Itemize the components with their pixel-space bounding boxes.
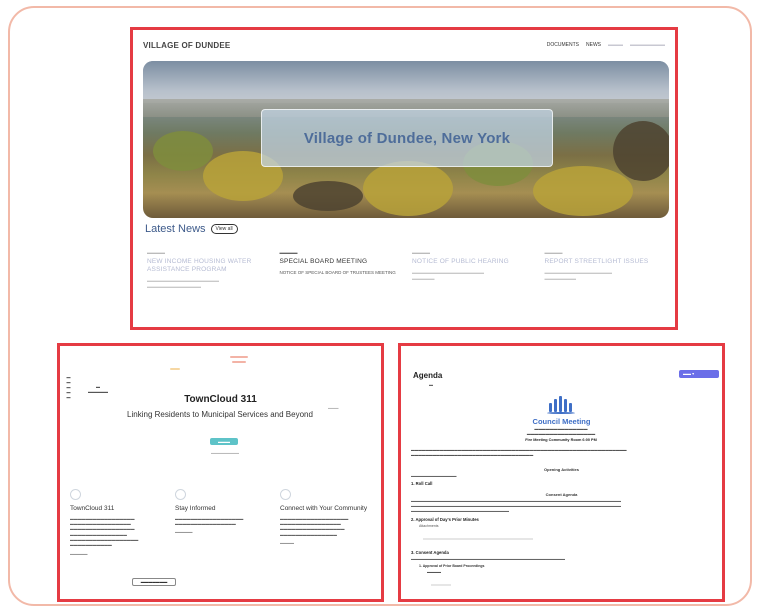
site-nav: DOCUMENTS NEWS ▬▬▬ ▬▬▬▬▬▬▬ bbox=[547, 42, 665, 48]
vineyard-foliage bbox=[533, 166, 633, 216]
site-logo-text[interactable]: ▬ ▬▬▬▬▬ bbox=[88, 384, 108, 394]
site-header: VILLAGE OF DUNDEE DOCUMENTS NEWS ▬▬▬ ▬▬▬… bbox=[143, 38, 665, 52]
feature-link[interactable]: ▬▬▬▬ bbox=[280, 541, 375, 545]
news-headline[interactable]: NOTICE OF PUBLIC HEARING bbox=[412, 258, 533, 266]
feature-item: Connect with Your Community ▬▬▬▬▬▬▬▬▬▬▬▬… bbox=[280, 489, 375, 556]
decoration bbox=[170, 368, 180, 370]
village-website-panel: VILLAGE OF DUNDEE DOCUMENTS NEWS ▬▬▬ ▬▬▬… bbox=[130, 27, 678, 330]
news-item[interactable]: ▬▬▬▬ NEW INCOME HOUSING WATER ASSISTANCE… bbox=[147, 250, 268, 290]
news-headline[interactable]: NEW INCOME HOUSING WATER ASSISTANCE PROG… bbox=[147, 258, 268, 274]
vineyard-foliage bbox=[153, 131, 213, 171]
agenda-item-consent[interactable]: 3. Consent Agenda bbox=[411, 550, 449, 555]
community-icon bbox=[280, 489, 291, 500]
feature-title: Connect with Your Community bbox=[280, 505, 368, 512]
feature-title: TownCloud 311 bbox=[70, 505, 115, 512]
attachment-bar[interactable] bbox=[431, 584, 451, 586]
news-date: ▬▬▬▬ bbox=[544, 250, 563, 255]
feature-item: Stay Informed ▬▬▬▬▬▬▬▬▬▬▬▬▬▬▬▬▬▬ ▬▬▬▬▬▬▬▬… bbox=[175, 489, 270, 556]
feature-link[interactable]: ▬▬▬▬▬ bbox=[70, 552, 165, 556]
news-excerpt: ▬▬▬▬▬▬▬▬▬▬▬▬▬▬▬▬ ▬▬▬▬▬ bbox=[412, 270, 484, 282]
decoration bbox=[232, 361, 246, 363]
vineyard-foliage bbox=[363, 161, 453, 216]
feature-list: TownCloud 311 ▬▬▬▬▬▬▬▬▬▬▬▬▬▬▬▬▬ ▬▬▬▬▬▬▬▬▬… bbox=[70, 489, 375, 556]
news-item[interactable]: ▬▬▬▬ NOTICE OF PUBLIC HEARING ▬▬▬▬▬▬▬▬▬▬… bbox=[412, 250, 533, 290]
nav-news[interactable]: NEWS bbox=[586, 42, 601, 48]
attachments-label[interactable]: Attachments bbox=[419, 524, 438, 528]
feature-text: ▬▬▬▬▬▬▬▬▬▬▬▬▬▬▬▬▬▬▬▬▬▬▬▬▬▬▬▬▬▬▬▬▬▬▬▬▬▬▬▬… bbox=[70, 516, 139, 548]
phone-icon bbox=[70, 489, 81, 500]
news-item[interactable]: ▬▬▬▬ REPORT STREETLIGHT ISSUES ▬▬▬▬▬▬▬▬▬… bbox=[545, 250, 666, 290]
page-title: Agenda bbox=[413, 371, 443, 380]
news-excerpt: ▬▬▬▬▬▬▬▬▬▬▬▬▬▬▬ ▬▬▬▬▬▬▬ bbox=[544, 270, 613, 282]
learn-more-button[interactable]: ▬▬▬▬▬▬▬ bbox=[132, 578, 176, 586]
hero-title-box: Village of Dundee, New York bbox=[261, 109, 553, 167]
nav-item-faint-2[interactable]: ▬▬▬▬▬▬▬ bbox=[630, 42, 665, 48]
news-excerpt: NOTICE OF SPECIAL BOARD OF TRUSTEES MEET… bbox=[279, 270, 396, 276]
nav-item-faint[interactable]: ▬▬▬ bbox=[608, 42, 623, 48]
agenda-panel: Agenda ▬ ▬▬ ▾ Council Meeting ▬▬▬▬▬▬▬▬▬▬… bbox=[398, 343, 725, 602]
side-link[interactable]: ▬▬▬ bbox=[328, 406, 339, 410]
info-icon bbox=[175, 489, 186, 500]
feature-link[interactable]: ▬▬▬▬▬ bbox=[175, 530, 270, 534]
sub-item-text: ▬▬▬▬ bbox=[427, 570, 441, 574]
agenda-intro: ▬▬▬▬▬▬▬▬▬▬▬▬▬▬▬▬▬▬▬▬▬▬▬▬▬▬▬▬▬▬▬▬▬▬▬▬▬▬▬▬… bbox=[411, 448, 627, 458]
latest-news-title: Latest News bbox=[145, 223, 206, 235]
attachment-bar[interactable] bbox=[423, 538, 533, 540]
feature-text: ▬▬▬▬▬▬▬▬▬▬▬▬▬▬▬▬▬▬ ▬▬▬▬▬▬▬▬▬▬▬▬▬▬▬▬ bbox=[175, 516, 244, 527]
hero-subtitle: Linking Residents to Municipal Services … bbox=[127, 410, 313, 419]
decoration bbox=[230, 356, 248, 358]
news-headline[interactable]: REPORT STREETLIGHT ISSUES bbox=[545, 258, 666, 266]
agenda-line: ▬▬▬▬▬▬▬▬▬▬▬▬▬ bbox=[411, 474, 457, 478]
news-headline[interactable]: SPECIAL BOARD MEETING bbox=[280, 258, 401, 266]
feature-text: ▬▬▬▬▬▬▬▬▬▬▬▬▬▬▬▬▬▬▬▬▬▬▬▬▬▬▬▬▬▬▬▬▬▬▬▬▬▬▬▬… bbox=[280, 516, 349, 537]
vineyard-shadow bbox=[293, 181, 363, 211]
section-consent: Consent Agenda bbox=[545, 492, 578, 497]
hero-sky bbox=[143, 61, 669, 103]
meeting-heading: Council Meeting bbox=[532, 417, 591, 426]
sub-item-proceedings[interactable]: 1. Approval of Prior Board Proceedings bbox=[419, 564, 484, 568]
news-list: ▬▬▬▬ NEW INCOME HOUSING WATER ASSISTANCE… bbox=[147, 250, 665, 290]
agenda-item-minutes[interactable]: 2. Approval of Day's Prior Minutes bbox=[411, 517, 479, 522]
towncloud-panel: ▬▬▬▬▬ ▬ ▬▬▬▬▬ TownCloud 311 Linking Resid… bbox=[57, 343, 384, 602]
hero-caption: ▬▬▬▬▬▬▬▬ bbox=[211, 451, 239, 455]
hero-banner: Village of Dundee, New York bbox=[143, 61, 669, 218]
nav-documents[interactable]: DOCUMENTS bbox=[547, 42, 579, 48]
section-opening: Opening Activities bbox=[544, 467, 579, 472]
news-item[interactable]: ▬▬▬▬ SPECIAL BOARD MEETING NOTICE OF SPE… bbox=[280, 250, 401, 290]
view-all-news-button[interactable]: View all bbox=[210, 224, 238, 234]
news-date: ▬▬▬▬ bbox=[147, 250, 165, 255]
agenda-line: ▬▬▬▬▬▬▬▬▬▬▬▬▬▬▬▬▬▬▬▬▬▬▬▬▬▬▬▬▬▬▬▬▬▬▬▬▬▬▬▬… bbox=[411, 557, 565, 561]
vineyard-shadow bbox=[613, 121, 669, 181]
feature-item: TownCloud 311 ▬▬▬▬▬▬▬▬▬▬▬▬▬▬▬▬▬ ▬▬▬▬▬▬▬▬▬… bbox=[70, 489, 165, 556]
hero-title: Village of Dundee, New York bbox=[303, 129, 511, 147]
news-date: ▬▬▬▬ bbox=[412, 250, 430, 255]
meeting-meta: ▬▬▬▬▬▬▬▬▬▬▬▬▬▬ ▬▬▬▬▬▬▬▬▬▬▬▬▬▬▬▬▬▬ Fire Mee… bbox=[525, 427, 597, 442]
agenda-line: ▬▬▬▬▬▬▬▬▬▬▬▬▬▬▬▬▬▬▬▬▬▬▬▬▬▬▬▬▬▬▬▬▬▬▬▬▬▬▬▬… bbox=[411, 499, 621, 514]
news-excerpt: ▬▬▬▬▬▬▬▬▬▬▬▬▬▬▬▬ ▬▬▬▬▬▬▬▬▬▬▬▬ bbox=[147, 278, 219, 290]
site-title[interactable]: VILLAGE OF DUNDEE bbox=[143, 41, 230, 50]
latest-news-header: Latest News View all bbox=[145, 223, 238, 235]
agenda-item-roll-call[interactable]: 1. Roll Call bbox=[411, 481, 432, 486]
hero-title: TownCloud 311 bbox=[184, 394, 257, 405]
page-subtitle: ▬ bbox=[429, 382, 433, 387]
council-logo-icon bbox=[544, 396, 578, 414]
get-started-button[interactable]: ▬▬▬ bbox=[210, 438, 238, 445]
news-date: ▬▬▬▬ bbox=[279, 250, 298, 255]
meeting-location: Fire Meeting Community Room 6:00 PM bbox=[525, 437, 597, 442]
feature-title: Stay Informed bbox=[175, 505, 216, 512]
actions-dropdown-button[interactable]: ▬▬ ▾ bbox=[679, 370, 719, 378]
